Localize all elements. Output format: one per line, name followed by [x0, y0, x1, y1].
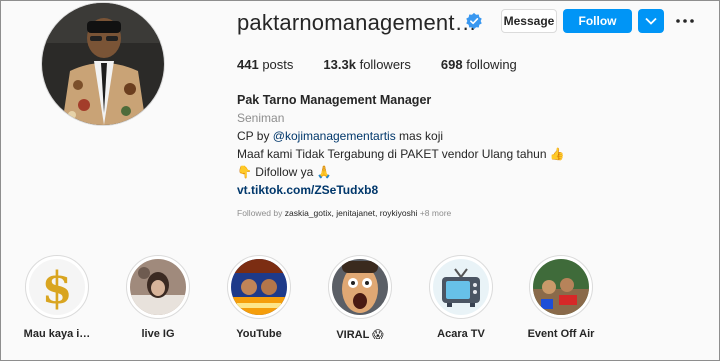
highlight-item[interactable]: $ Mau kaya i… [7, 255, 107, 340]
suggested-dropdown-button[interactable] [638, 9, 664, 33]
following-link[interactable]: 698 following [441, 57, 517, 72]
chevron-down-icon [645, 17, 657, 25]
highlight-item[interactable]: Acara TV [411, 255, 511, 340]
highlight-label: Acara TV [437, 328, 485, 340]
highlight-item[interactable]: live IG [108, 255, 208, 340]
bio-line-notice: Maaf kami Tidak Tergabung di PAKET vendo… [237, 147, 565, 161]
bio-external-link[interactable]: vt.tiktok.com/ZSeTudxb8 [237, 181, 697, 199]
highlight-item[interactable]: YouTube [209, 255, 309, 340]
highlight-label: Mau kaya i… [23, 328, 91, 340]
highlight-label: Event Off Air [527, 328, 595, 340]
dollar-sign-icon: $ [42, 263, 73, 311]
profile-avatar[interactable] [41, 2, 165, 126]
bio-line-contact: CP by @kojimanagementartis mas koji [237, 129, 444, 143]
highlight-label: VIRAL 😱 [336, 329, 384, 341]
highlight-thumbnail [231, 259, 287, 315]
followed-by[interactable]: Followed by zaskia_gotix, jenitajanet, r… [237, 208, 451, 218]
highlight-thumbnail [130, 259, 186, 315]
bio-line-follow: 👇 Difollow ya 🙏 [237, 165, 332, 179]
posts-count: 441 posts [237, 57, 294, 72]
story-highlights: $ Mau kaya i… live IG YouTube VIRAL 😱 Ac… [1, 255, 720, 355]
follow-button[interactable]: Follow [563, 9, 632, 33]
tv-icon [442, 268, 480, 307]
profile-bio: Pak Tarno Management Manager Seniman CP … [237, 91, 697, 199]
followers-link[interactable]: 13.3k followers [323, 57, 410, 72]
message-button[interactable]: Message [501, 9, 557, 33]
highlight-thumbnail [332, 259, 388, 315]
highlight-label: YouTube [236, 328, 282, 340]
highlight-label: live IG [141, 328, 175, 340]
profile-stats: 441 posts 13.3k followers 698 following [237, 57, 517, 72]
highlight-item[interactable]: Event Off Air [511, 255, 611, 340]
profile-full-name: Pak Tarno Management Manager [237, 93, 432, 107]
more-horizontal-icon [676, 19, 694, 23]
options-button[interactable] [673, 9, 697, 33]
profile-username: paktarnomanagement… [237, 10, 477, 35]
highlight-item[interactable]: VIRAL 😱 [310, 255, 410, 341]
mention-link[interactable]: @kojimanagementartis [273, 129, 396, 143]
verified-badge-icon [466, 12, 482, 30]
svg-text:$: $ [42, 263, 73, 311]
highlight-thumbnail [533, 259, 589, 315]
profile-category: Seniman [237, 111, 285, 125]
